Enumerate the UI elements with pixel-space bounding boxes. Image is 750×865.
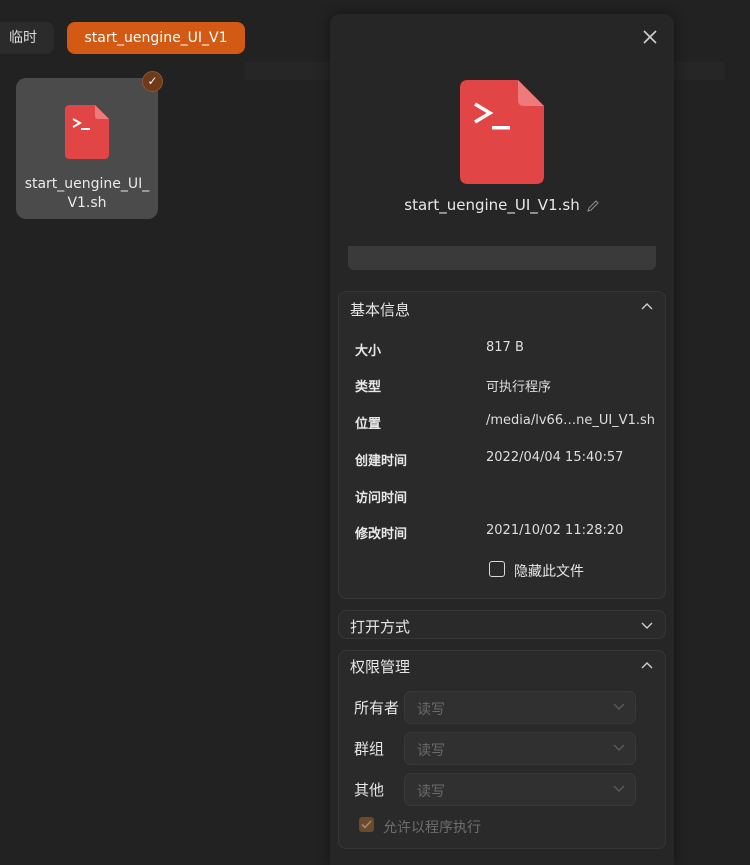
file-item[interactable]: start_uengine_UI_V1.sh (16, 78, 158, 219)
chevron-up-icon[interactable] (641, 302, 653, 310)
others-permission-select[interactable]: 读写 (404, 773, 636, 806)
info-key: 位置 (355, 417, 382, 432)
owner-label: 所有者 (354, 699, 400, 717)
select-value: 读写 (417, 784, 445, 800)
owner-permission-select[interactable]: 读写 (404, 691, 636, 724)
panel-file-name: start_uengine_UI_V1.sh (330, 196, 674, 214)
basic-info-section: 基本信息 大小 817 B 类型 可执行程序 位置 /media/lv66…ne… (338, 291, 666, 599)
checkmark-icon (361, 820, 372, 829)
info-key: 创建时间 (355, 454, 408, 469)
info-key: 大小 (355, 344, 382, 359)
chevron-down-icon (613, 703, 625, 710)
chevron-down-icon[interactable] (641, 622, 653, 630)
others-label: 其他 (354, 781, 385, 799)
info-value: 可执行程序 (486, 380, 552, 395)
info-key: 类型 (355, 380, 382, 395)
allow-exec-checkbox[interactable] (359, 817, 374, 832)
info-key: 修改时间 (355, 527, 408, 542)
group-permission-select[interactable]: 读写 (404, 732, 636, 765)
script-file-icon (65, 105, 109, 159)
open-with-section[interactable]: 打开方式 (338, 610, 666, 639)
chevron-down-icon (613, 785, 625, 792)
hide-file-label: 隐藏此文件 (514, 564, 584, 580)
close-icon[interactable] (640, 27, 660, 47)
select-value: 读写 (417, 743, 445, 759)
tab-temp[interactable]: 临时 (0, 22, 54, 54)
rename-pencil-icon[interactable] (586, 199, 600, 213)
large-script-file-icon (460, 80, 544, 184)
info-value: /media/lv66…ne_UI_V1.sh (486, 413, 655, 428)
info-key: 访问时间 (355, 491, 408, 506)
permissions-title: 权限管理 (350, 658, 411, 676)
preview-area (348, 246, 656, 270)
panel-file-name-text: start_uengine_UI_V1.sh (404, 196, 580, 214)
info-value: 2022/04/04 15:40:57 (486, 450, 624, 465)
group-label: 群组 (354, 740, 385, 758)
select-value: 读写 (417, 702, 445, 718)
info-value: 817 B (486, 340, 524, 355)
chevron-down-icon (613, 744, 625, 751)
selected-check-icon: ✓ (142, 71, 163, 92)
chevron-up-icon[interactable] (641, 661, 653, 669)
tab-current-folder[interactable]: start_uengine_UI_V1 (67, 22, 245, 54)
open-with-title: 打开方式 (350, 618, 411, 636)
file-item-name: start_uengine_UI_V1.sh (24, 176, 150, 211)
hide-file-checkbox[interactable] (489, 561, 505, 577)
info-value: 2021/10/02 11:28:20 (486, 523, 624, 538)
allow-exec-label: 允许以程序执行 (383, 820, 481, 836)
basic-info-title: 基本信息 (350, 301, 411, 319)
